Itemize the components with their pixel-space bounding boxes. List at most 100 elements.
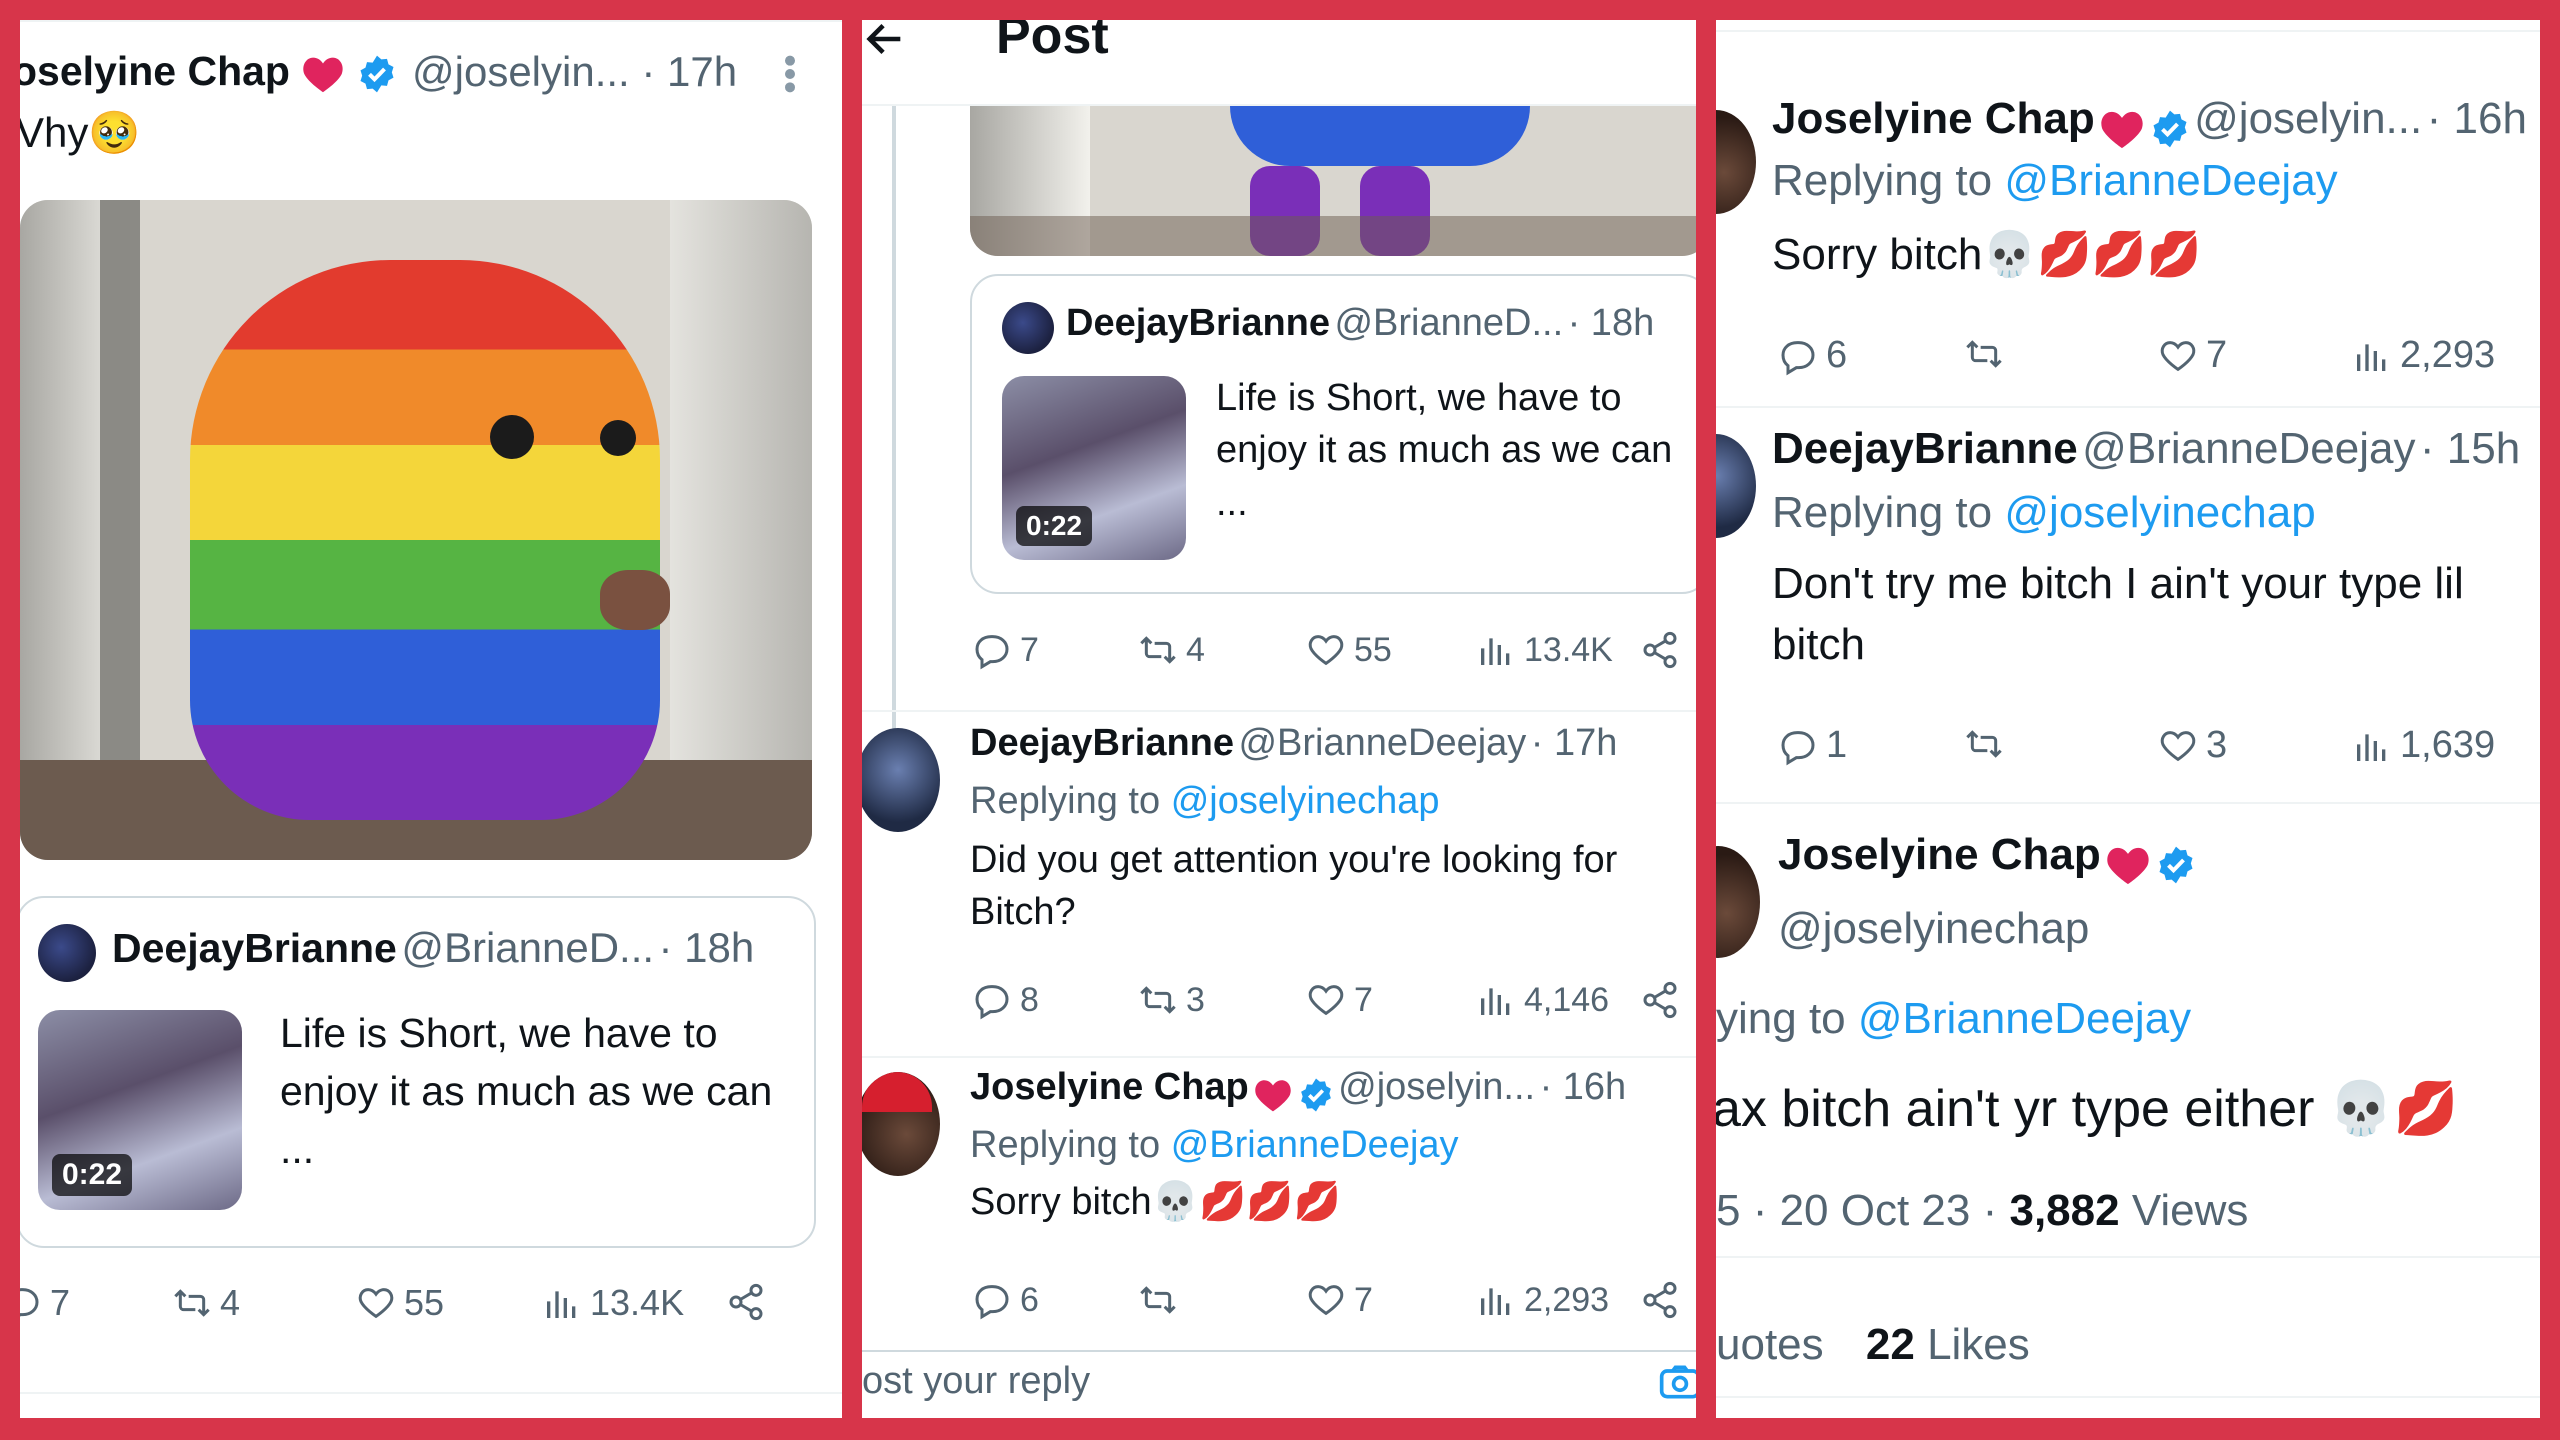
reply-button[interactable]: 8 <box>972 980 1039 1020</box>
replying-to-line: Replying to @BrianneDeejay <box>1772 156 2338 205</box>
verified-badge-icon <box>360 55 394 93</box>
repost-button[interactable]: 3 <box>1138 980 1205 1020</box>
reply-input[interactable]: ost your reply <box>862 1360 1090 1403</box>
author-name[interactable]: oselyine Chap <box>20 48 397 95</box>
red-heart-icon <box>1255 1080 1291 1112</box>
reply-author-handle[interactable]: @joselyin... <box>2194 94 2422 143</box>
red-heart-icon <box>2101 111 2143 148</box>
like-button[interactable]: 7 <box>2158 334 2227 377</box>
mention-link[interactable]: @joselyinechap <box>1171 780 1440 822</box>
divider <box>1716 802 2540 804</box>
divider <box>862 710 1696 712</box>
tweet-image[interactable] <box>20 200 812 860</box>
avatar[interactable] <box>1002 302 1054 354</box>
panel-right: Joselyine Chap @joselyin... · 16h Replyi… <box>1716 20 2540 1418</box>
reply-icon <box>975 1285 1009 1320</box>
heart-outline-icon <box>1308 635 1344 666</box>
replying-to-line: Replying to @joselyinechap <box>970 780 1440 822</box>
main-author-handle[interactable]: @joselyinechap <box>1778 904 2089 954</box>
main-tweet-text: ax bitch ain't yr type either 💀💋 <box>1716 1080 2459 1138</box>
avatar[interactable] <box>862 1072 940 1176</box>
reply-author-handle[interactable]: @BrianneDeejay <box>2082 424 2415 473</box>
repost-button[interactable] <box>1964 724 2012 764</box>
tweet-image[interactable] <box>970 106 1696 256</box>
main-author-name[interactable]: Joselyine Chap <box>1778 830 2101 879</box>
views-button[interactable]: 13.4K <box>542 1282 684 1324</box>
share-icon <box>1643 981 1677 1019</box>
bottom-divider <box>1716 1396 2540 1398</box>
views-chart-icon <box>2357 343 2386 371</box>
views-button[interactable]: 2,293 <box>2352 334 2495 377</box>
avatar[interactable] <box>38 924 96 982</box>
like-button[interactable]: 7 <box>1306 980 1373 1020</box>
like-button[interactable]: 7 <box>1306 1280 1373 1320</box>
like-button[interactable]: 55 <box>1306 630 1392 670</box>
quoted-tweet-card[interactable]: DeejayBrianne @BrianneD... · 18h 0:22 Li… <box>20 896 816 1248</box>
reply-composer[interactable]: ost your reply <box>862 1350 1696 1418</box>
quote-time: · 18h <box>1567 302 1655 344</box>
mention-link[interactable]: @joselyinechap <box>2004 488 2315 537</box>
share-button[interactable] <box>726 1282 766 1322</box>
reply-button[interactable]: 6 <box>1778 334 1847 377</box>
repost-button[interactable]: 4 <box>172 1282 240 1324</box>
reply-author-name[interactable]: DeejayBrianne <box>970 722 1234 764</box>
avatar[interactable] <box>1716 434 1756 538</box>
views-button[interactable]: 2,293 <box>1476 1280 1609 1320</box>
main-author-line: Joselyine Chap <box>1778 830 2196 886</box>
repost-icon <box>1966 340 2002 368</box>
views-label: Views <box>2131 1186 2249 1235</box>
verified-badge-icon <box>1300 1078 1331 1112</box>
views-chart-icon <box>1481 1288 1510 1315</box>
video-thumbnail[interactable]: 0:22 <box>38 1010 242 1210</box>
reply-time: · 15h <box>2419 424 2521 473</box>
camera-icon[interactable] <box>1658 1360 1696 1409</box>
like-button[interactable]: 55 <box>356 1282 444 1324</box>
reply-icon <box>1781 730 1815 765</box>
share-button[interactable] <box>1640 1280 1680 1320</box>
reply-button[interactable]: 7 <box>972 630 1039 670</box>
share-button[interactable] <box>1640 980 1680 1020</box>
reply-icon <box>20 1288 39 1317</box>
like-button[interactable]: 3 <box>2158 724 2227 767</box>
views-button[interactable]: 4,146 <box>1476 980 1609 1020</box>
repost-button[interactable]: 4 <box>1138 630 1205 670</box>
reply-author-handle[interactable]: @BrianneDeejay <box>1238 722 1526 764</box>
quote-author-name[interactable]: DeejayBrianne <box>112 925 397 971</box>
views-button[interactable]: 1,639 <box>2352 724 2495 767</box>
mention-link[interactable]: @BrianneDeejay <box>2004 156 2337 205</box>
reply-author-name[interactable]: Joselyine Chap <box>970 1066 1249 1108</box>
author-handle[interactable]: @joselyin... <box>412 48 630 95</box>
reply-button[interactable]: 1 <box>1778 724 1847 767</box>
avatar[interactable] <box>1716 110 1756 214</box>
reply-author-name[interactable]: DeejayBrianne <box>1772 424 2078 473</box>
video-duration: 0:22 <box>1016 506 1093 546</box>
avatar[interactable] <box>862 728 940 832</box>
quotes-label[interactable]: uotes <box>1716 1320 1824 1369</box>
mention-link[interactable]: @BrianneDeejay <box>1858 994 2191 1043</box>
video-thumbnail[interactable]: 0:22 <box>1002 376 1186 560</box>
share-button[interactable] <box>1640 630 1680 670</box>
quote-author-handle[interactable]: @BrianneD... <box>1334 302 1563 344</box>
repost-icon <box>1140 1286 1176 1314</box>
reply-button[interactable]: 7 <box>20 1282 70 1324</box>
repost-button[interactable] <box>1138 1280 1186 1320</box>
reply-author-line: Joselyine Chap @joselyin... · 16h <box>1772 94 2527 150</box>
reply-button[interactable]: 6 <box>972 1280 1039 1320</box>
panel-middle: Post DeejayBrianne @BrianneD... · 18h 0:… <box>862 20 1696 1418</box>
video-duration: 0:22 <box>52 1154 133 1196</box>
more-vertical-icon[interactable] <box>782 54 798 99</box>
reply-text: Did you get attention you're looking for… <box>970 839 1618 934</box>
quoted-tweet-card[interactable]: DeejayBrianne @BrianneD... · 18h 0:22 Li… <box>970 274 1696 594</box>
views-button[interactable]: 13.4K <box>1476 630 1613 670</box>
reply-author-name[interactable]: Joselyine Chap <box>1772 94 2095 143</box>
back-arrow-icon[interactable] <box>862 20 908 67</box>
heart-outline-icon <box>2160 730 2196 761</box>
share-icon <box>1643 1281 1677 1319</box>
mention-link[interactable]: @BrianneDeejay <box>1171 1124 1459 1166</box>
reply-author-handle[interactable]: @joselyin... <box>1338 1066 1535 1108</box>
quote-author-name[interactable]: DeejayBrianne <box>1066 302 1330 344</box>
likes-label[interactable]: Likes <box>1927 1320 2030 1369</box>
avatar[interactable] <box>1716 846 1760 958</box>
quote-author-handle[interactable]: @BrianneD... <box>401 924 654 971</box>
repost-button[interactable] <box>1964 334 2012 374</box>
